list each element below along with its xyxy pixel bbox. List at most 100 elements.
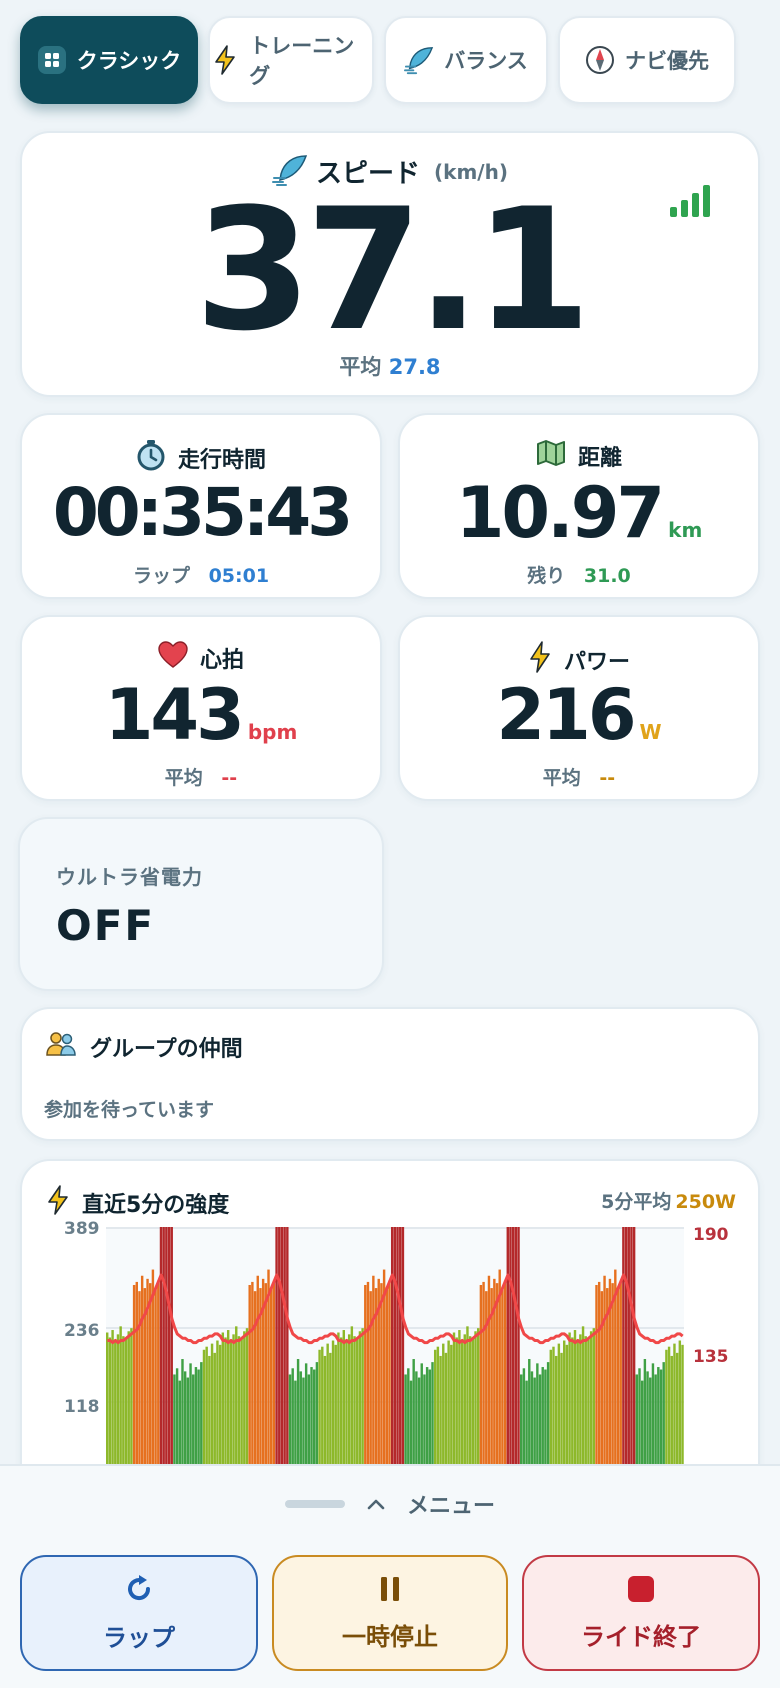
power-bar xyxy=(226,1330,230,1467)
power-bar xyxy=(431,1362,434,1467)
power-bar xyxy=(611,1283,614,1467)
power-bar xyxy=(334,1344,337,1467)
heart-rate-value: 143 xyxy=(104,674,245,756)
power-bar xyxy=(573,1330,577,1467)
power-bar xyxy=(452,1332,456,1467)
y-left-tick: 389 xyxy=(64,1219,100,1239)
power-bar xyxy=(627,1227,630,1467)
ride-time-card: 走行時間 00:35:43 ラップ 05:01 xyxy=(20,413,382,599)
power-bar xyxy=(589,1331,593,1467)
power-bar xyxy=(170,1227,173,1467)
power-bar xyxy=(213,1352,216,1467)
feather-icon xyxy=(404,45,434,75)
power-bar xyxy=(654,1374,657,1467)
power-bar xyxy=(579,1334,582,1467)
power-bar xyxy=(315,1362,319,1467)
power-bar xyxy=(192,1374,195,1467)
power-bar xyxy=(624,1227,628,1467)
power-bar xyxy=(296,1359,300,1467)
power-bar xyxy=(554,1355,558,1467)
power-bar xyxy=(485,1291,488,1467)
power-bar xyxy=(127,1331,130,1467)
power-bar xyxy=(119,1326,122,1467)
map-icon xyxy=(536,439,566,473)
power-bar xyxy=(662,1362,665,1467)
lap-button[interactable]: ラップ xyxy=(20,1555,258,1671)
heart-rate-card: 心拍 143 bpm 平均 -- xyxy=(20,615,382,801)
power-bar xyxy=(538,1374,542,1467)
distance-value: 10.97 xyxy=(455,472,665,554)
ultra-power-saving-toggle[interactable]: ウルトラ省電力 OFF xyxy=(18,817,384,991)
power-bar xyxy=(517,1227,520,1467)
power-bar xyxy=(541,1367,544,1467)
power-card: パワー 216 W 平均 -- xyxy=(398,615,760,801)
tab-label: バランス xyxy=(444,49,528,73)
power-bar xyxy=(318,1349,321,1467)
power-bar xyxy=(280,1227,284,1467)
power-bar xyxy=(372,1275,375,1467)
stopwatch-icon xyxy=(136,439,166,477)
tab-training[interactable]: トレーニング xyxy=(208,16,374,104)
power-bar xyxy=(243,1331,246,1467)
power-title: パワー xyxy=(563,650,630,675)
power-bar xyxy=(181,1359,184,1467)
end-ride-button[interactable]: ライド終了 xyxy=(522,1555,760,1671)
power-bar xyxy=(218,1344,222,1467)
heart-icon xyxy=(158,641,188,675)
distance-unit: km xyxy=(668,518,703,542)
power-bar xyxy=(116,1334,120,1467)
lap-label: ラップ xyxy=(132,565,190,587)
menu-toggle[interactable]: メニュー xyxy=(0,1488,780,1520)
compass-icon xyxy=(585,45,615,75)
avg-label: 5分平均 xyxy=(601,1191,672,1213)
y-left-tick: 236 xyxy=(64,1321,100,1341)
power-unit: W xyxy=(639,720,662,744)
power-bar xyxy=(651,1363,655,1467)
power-value: 216 xyxy=(496,674,636,756)
grid-icon xyxy=(37,45,67,75)
power-bar xyxy=(474,1331,477,1467)
power-bar xyxy=(256,1275,259,1467)
tab-classic[interactable]: クラシック xyxy=(20,16,198,104)
power-bar xyxy=(678,1340,682,1467)
power-bar xyxy=(345,1340,348,1467)
power-bar xyxy=(667,1346,671,1467)
power-bar xyxy=(240,1338,243,1467)
power-bar xyxy=(442,1343,445,1467)
power-bar xyxy=(200,1362,203,1467)
tab-label: クラシック xyxy=(76,49,182,73)
drag-handle[interactable] xyxy=(284,1500,345,1508)
menu-label: メニュー xyxy=(406,1494,495,1519)
power-bar xyxy=(619,1280,622,1467)
distance-card: 距離 10.97 km 残り 31.0 xyxy=(398,413,760,599)
power-bar xyxy=(216,1340,219,1467)
power-bar xyxy=(114,1340,117,1467)
stop-icon xyxy=(627,1575,655,1609)
pause-button[interactable]: 一時停止 xyxy=(272,1555,508,1671)
power-bar xyxy=(165,1227,168,1467)
group-card[interactable]: グループの仲間 参加を待っています xyxy=(20,1007,760,1141)
mode-tabs: クラシック トレーニング バランス ナビ優先 xyxy=(20,16,760,104)
power-bar xyxy=(294,1380,297,1467)
tab-balance[interactable]: バランス xyxy=(384,16,548,104)
ride-time-title: 走行時間 xyxy=(177,448,266,473)
hr-avg-label: 平均 xyxy=(164,767,203,789)
heart-rate-title: 心拍 xyxy=(199,648,244,673)
power-bar xyxy=(412,1359,415,1467)
power-bar xyxy=(635,1374,639,1467)
power-bar xyxy=(552,1346,555,1467)
hr-avg-value: -- xyxy=(221,767,238,789)
lap-button-label: ラップ xyxy=(103,1623,175,1652)
power-bar xyxy=(581,1326,585,1467)
power-bar xyxy=(186,1377,190,1467)
power-bar xyxy=(584,1336,587,1467)
tab-navi[interactable]: ナビ優先 xyxy=(558,16,736,104)
power-bar xyxy=(587,1338,590,1467)
power-bar xyxy=(237,1336,241,1467)
power-bar xyxy=(549,1349,552,1467)
power-bar xyxy=(291,1368,294,1467)
power-bar xyxy=(479,1284,483,1467)
power-bar xyxy=(130,1328,133,1467)
power-bar xyxy=(283,1227,286,1467)
power-bar xyxy=(477,1328,480,1467)
